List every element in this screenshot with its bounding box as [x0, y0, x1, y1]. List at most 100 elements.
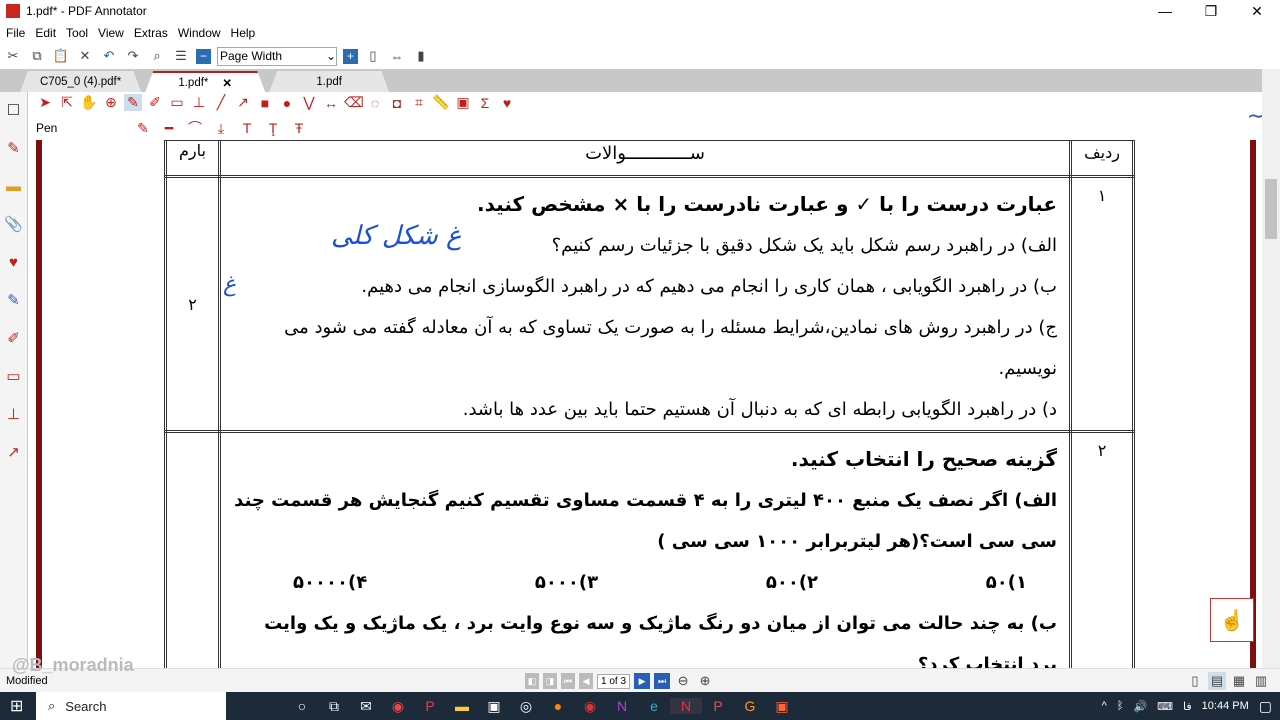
- menu-extras[interactable]: Extras: [134, 26, 168, 40]
- menu-file[interactable]: File: [6, 26, 25, 40]
- tab-c705[interactable]: C705_0 (4).pdf*: [20, 71, 141, 92]
- sigma-icon[interactable]: Σ: [476, 95, 494, 111]
- line-icon[interactable]: ╱: [212, 94, 230, 111]
- next-page-button[interactable]: ▶: [634, 673, 651, 689]
- pen-color-icon[interactable]: ✎: [134, 120, 152, 137]
- stamp-icon[interactable]: ⊥: [0, 396, 27, 434]
- zoom-out-button[interactable]: −: [196, 48, 211, 64]
- squiggly-text-icon[interactable]: Ţ: [264, 120, 282, 136]
- blue-pen-icon[interactable]: ✎: [0, 282, 27, 320]
- last-page-button[interactable]: ⏭: [654, 673, 671, 689]
- undo-icon[interactable]: ↶: [100, 47, 118, 65]
- pdf-annotator-icon[interactable]: N: [670, 698, 702, 714]
- measure-icon[interactable]: ↔: [322, 95, 340, 111]
- polygon-icon[interactable]: ⋁: [300, 94, 318, 111]
- smooth-curve-icon[interactable]: ⌒: [186, 118, 204, 138]
- camera-icon[interactable]: ◘: [388, 95, 406, 111]
- cut-icon[interactable]: ✂: [4, 47, 22, 65]
- crop-icon[interactable]: ⌗: [410, 94, 428, 111]
- lasso-icon[interactable]: ◌: [366, 95, 384, 111]
- pen-icon[interactable]: ✎: [124, 94, 142, 111]
- folder-icon[interactable]: ▬: [0, 168, 27, 206]
- vertical-scrollbar[interactable]: [1262, 69, 1280, 668]
- red-pen-icon[interactable]: ✐: [0, 320, 27, 358]
- menu-tool[interactable]: Tool: [66, 26, 88, 40]
- prev-page-button[interactable]: ◀: [579, 673, 593, 689]
- textbox-icon[interactable]: ▭: [168, 94, 186, 111]
- heart-icon[interactable]: ♥: [0, 244, 27, 282]
- hand-icon[interactable]: ✋: [80, 94, 98, 111]
- edge-icon[interactable]: e: [638, 698, 670, 714]
- strikeout-text-icon[interactable]: Ŧ: [290, 120, 308, 136]
- underline-text-icon[interactable]: T: [238, 120, 256, 136]
- zoom-mode-select[interactable]: Page Width ⌄: [217, 46, 337, 66]
- menu-help[interactable]: Help: [231, 26, 256, 40]
- cortana-icon[interactable]: ○: [286, 698, 318, 714]
- handwritten-annotation[interactable]: غ: [223, 264, 236, 305]
- bluetooth-icon[interactable]: ᛒ: [1117, 700, 1124, 712]
- menu-edit[interactable]: Edit: [35, 26, 56, 40]
- forward-icon[interactable]: ⊕: [696, 672, 714, 690]
- chrome-icon[interactable]: ◉: [382, 698, 414, 715]
- handwritten-annotation[interactable]: غ شکل کلی: [331, 216, 462, 257]
- single-page-icon[interactable]: ▯: [364, 47, 382, 65]
- ellipse-icon[interactable]: ●: [278, 95, 296, 111]
- taskbar-search[interactable]: ⌕ Search: [36, 692, 226, 720]
- store-icon[interactable]: ▣: [478, 698, 510, 715]
- paperclip-icon[interactable]: 📎: [0, 206, 27, 244]
- stamp-icon[interactable]: ⊥: [190, 94, 208, 111]
- task-view-icon[interactable]: ⧉: [318, 698, 350, 715]
- paste-icon[interactable]: 📋: [52, 47, 70, 65]
- volume-icon[interactable]: 🔊: [1133, 700, 1147, 713]
- app-icon[interactable]: ◎: [510, 698, 542, 715]
- select-text-icon[interactable]: ⇱: [58, 94, 76, 111]
- continuous-view-icon[interactable]: ▤: [1208, 672, 1226, 690]
- notifications-icon[interactable]: ▢: [1259, 698, 1272, 715]
- prev-view-icon[interactable]: ◧: [525, 673, 539, 689]
- mail-icon[interactable]: ✉: [350, 698, 382, 715]
- find-icon[interactable]: ⌕: [148, 47, 166, 65]
- insert-image-icon[interactable]: ▣: [454, 94, 472, 111]
- favorites-heart-icon[interactable]: ♥: [498, 95, 516, 111]
- delete-icon[interactable]: ✕: [76, 47, 94, 65]
- first-page-button[interactable]: ⏮: [561, 673, 575, 689]
- app-orange-icon[interactable]: G: [734, 698, 766, 714]
- select-icon[interactable]: ➤: [36, 94, 54, 111]
- tray-chevron-icon[interactable]: ^: [1102, 700, 1107, 712]
- language-indicator[interactable]: فا: [1183, 700, 1192, 713]
- onenote-icon[interactable]: N: [606, 698, 638, 714]
- menu-window[interactable]: Window: [178, 26, 221, 40]
- facing-continuous-view-icon[interactable]: ▥: [1252, 672, 1270, 690]
- app-red-icon[interactable]: ◉: [574, 698, 606, 715]
- minimize-button[interactable]: —: [1142, 3, 1188, 19]
- close-button[interactable]: ✕: [1234, 3, 1280, 20]
- single-page-view-icon[interactable]: ▯: [1186, 672, 1204, 690]
- checkbox-icon[interactable]: ☐: [0, 92, 27, 130]
- page-setup-icon[interactable]: ☰: [172, 47, 190, 65]
- arrow-icon[interactable]: ↗: [0, 434, 27, 472]
- tab-1pdf[interactable]: 1.pdf: [269, 71, 389, 92]
- touch-hand-button[interactable]: ☝: [1210, 598, 1254, 642]
- textbox-icon[interactable]: ▭: [0, 358, 27, 396]
- restore-button[interactable]: ❐: [1188, 3, 1234, 20]
- fit-width-icon[interactable]: ⇔: [388, 47, 406, 65]
- keyboard-icon[interactable]: ⌨: [1157, 700, 1173, 713]
- next-view-icon[interactable]: ◨: [543, 673, 557, 689]
- copy-icon[interactable]: ⧉: [28, 47, 46, 65]
- clock[interactable]: 10:44 PM: [1202, 700, 1249, 712]
- zoom-in-button[interactable]: +: [343, 48, 358, 64]
- menu-view[interactable]: View: [98, 26, 124, 40]
- highlighter-icon[interactable]: ✐: [146, 94, 164, 111]
- redo-icon[interactable]: ↷: [124, 47, 142, 65]
- eraser-icon[interactable]: ⌫: [344, 94, 364, 111]
- rectangle-icon[interactable]: ■: [256, 95, 274, 111]
- app-orange2-icon[interactable]: ▣: [766, 698, 798, 715]
- pressure-icon[interactable]: ⤓: [212, 120, 230, 137]
- tab-close-icon[interactable]: ✕: [222, 76, 232, 90]
- back-icon[interactable]: ⊖: [674, 672, 692, 690]
- document-view[interactable]: ردیف ســــــــــــوالات بارم ۱ عبارت درس…: [28, 140, 1262, 668]
- marker-icon[interactable]: ✎: [0, 130, 27, 168]
- fullscreen-icon[interactable]: ▮: [412, 47, 430, 65]
- arrow-icon[interactable]: ↗: [234, 94, 252, 111]
- file-explorer-icon[interactable]: ▬: [446, 698, 478, 714]
